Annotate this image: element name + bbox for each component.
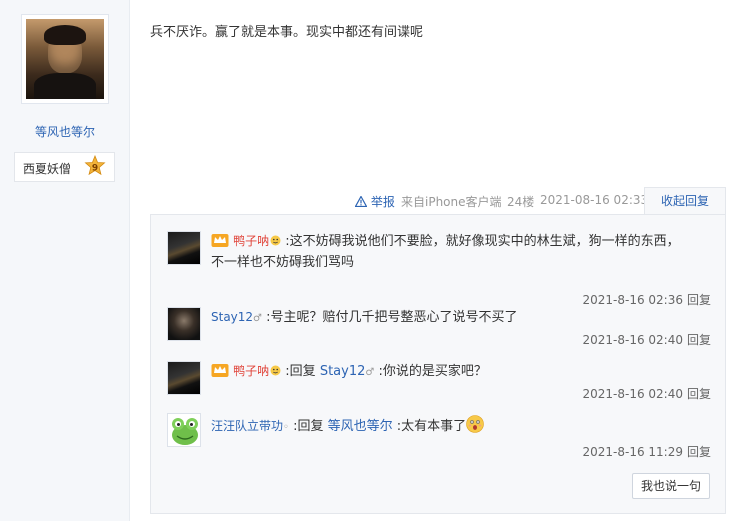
badge-level-number: 9 bbox=[92, 164, 98, 174]
level-emoticon-icon bbox=[270, 365, 281, 376]
author-avatar[interactable] bbox=[21, 14, 109, 104]
reply-prefix: :回复 bbox=[285, 364, 316, 379]
post-time: 2021-08-16 02:33 bbox=[540, 193, 649, 207]
reply-button[interactable]: 回复 bbox=[687, 445, 711, 459]
author-avatar-image bbox=[26, 19, 104, 99]
reply-time: 2021-8-16 02:40 bbox=[582, 333, 683, 347]
reply-text: :太有本事了 bbox=[396, 419, 467, 434]
post-source: 来自iPhone客户端 bbox=[401, 195, 502, 209]
reply-button[interactable]: 回复 bbox=[687, 293, 711, 307]
reply-meta: 2021-8-16 02:40 回复 bbox=[582, 385, 711, 402]
reply-text-line2: 不一样也不妨碍我们骂吗 bbox=[211, 255, 355, 270]
collapse-replies-button[interactable]: 收起回复 bbox=[644, 187, 726, 215]
reply-text: :号主呢？赔付几千把号整恶心了说号不买了 bbox=[266, 310, 518, 325]
frog-avatar-icon bbox=[172, 418, 198, 445]
reply-target-user[interactable]: Stay12 bbox=[320, 364, 366, 379]
reply-meta: 2021-8-16 02:36 回复 bbox=[582, 291, 711, 308]
author-username[interactable]: 等风也等尔 bbox=[0, 123, 130, 140]
reply-username[interactable]: Stay12 bbox=[211, 310, 253, 324]
badge-level-icon: 9 bbox=[84, 155, 106, 176]
male-icon: ♂ bbox=[253, 313, 263, 324]
reply-avatar[interactable] bbox=[167, 307, 201, 341]
reply-time: 2021-8-16 02:40 bbox=[582, 387, 683, 401]
reply-username[interactable]: 汪汪队立带功 bbox=[211, 419, 283, 433]
vip-crown-icon bbox=[211, 234, 229, 247]
post-floor: 24楼 bbox=[507, 195, 535, 209]
reply-content: 鸭子呐 :这不妨碍我说他们不要脸，就好像现实中的林生斌，狗一样的东西， 不一样也… bbox=[211, 231, 711, 273]
report-link[interactable]: 举报 bbox=[354, 193, 395, 210]
reply-text: :你说的是买家吧？ bbox=[378, 364, 487, 379]
reply-meta: 2021-8-16 02:40 回复 bbox=[582, 331, 711, 348]
reply-avatar[interactable] bbox=[167, 413, 201, 447]
reply-username[interactable]: 鸭子呐 bbox=[233, 234, 269, 248]
shocked-emoji-icon bbox=[466, 415, 484, 433]
author-sidebar: 等风也等尔 西夏妖僧 9 bbox=[0, 0, 130, 521]
report-label: 举报 bbox=[370, 195, 395, 209]
post-content: 兵不厌诈。赢了就是本事。现实中都还有间谍呢 bbox=[150, 25, 424, 40]
reply-avatar[interactable] bbox=[167, 231, 201, 265]
reply-avatar[interactable] bbox=[167, 361, 201, 395]
level-emoticon-icon bbox=[270, 235, 281, 246]
reply-content: Stay12♂ :号主呢？赔付几千把号整恶心了说号不买了 bbox=[211, 307, 711, 329]
reply-button[interactable]: 回复 bbox=[687, 333, 711, 347]
vip-crown-icon bbox=[211, 364, 229, 377]
reply-list: 鸭子呐 :这不妨碍我说他们不要脸，就好像现实中的林生斌，狗一样的东西， 不一样也… bbox=[150, 214, 726, 514]
reply-content: 汪汪队立带功◦ :回复 等风也等尔 :太有本事了 bbox=[211, 415, 711, 438]
warning-icon bbox=[354, 195, 368, 208]
reply-prefix: :回复 bbox=[293, 419, 324, 434]
male-icon: ♂ bbox=[365, 367, 375, 378]
reply-content: 鸭子呐 :回复 Stay12♂ :你说的是买家吧？ bbox=[211, 361, 711, 383]
gender-icon: ◦ bbox=[283, 422, 289, 433]
reply-username[interactable]: 鸭子呐 bbox=[233, 364, 269, 378]
author-badge[interactable]: 西夏妖僧 9 bbox=[14, 152, 115, 182]
reply-time: 2021-8-16 02:36 bbox=[582, 293, 683, 307]
reply-target-user[interactable]: 等风也等尔 bbox=[328, 419, 393, 434]
badge-name: 西夏妖僧 bbox=[23, 162, 72, 176]
reply-meta: 2021-8-16 11:29 回复 bbox=[582, 443, 711, 460]
add-comment-button[interactable]: 我也说一句 bbox=[632, 473, 710, 499]
reply-text: :这不妨碍我说他们不要脸，就好像现实中的林生斌，狗一样的东西， bbox=[285, 234, 680, 249]
reply-button[interactable]: 回复 bbox=[687, 387, 711, 401]
reply-time: 2021-8-16 11:29 bbox=[582, 445, 683, 459]
